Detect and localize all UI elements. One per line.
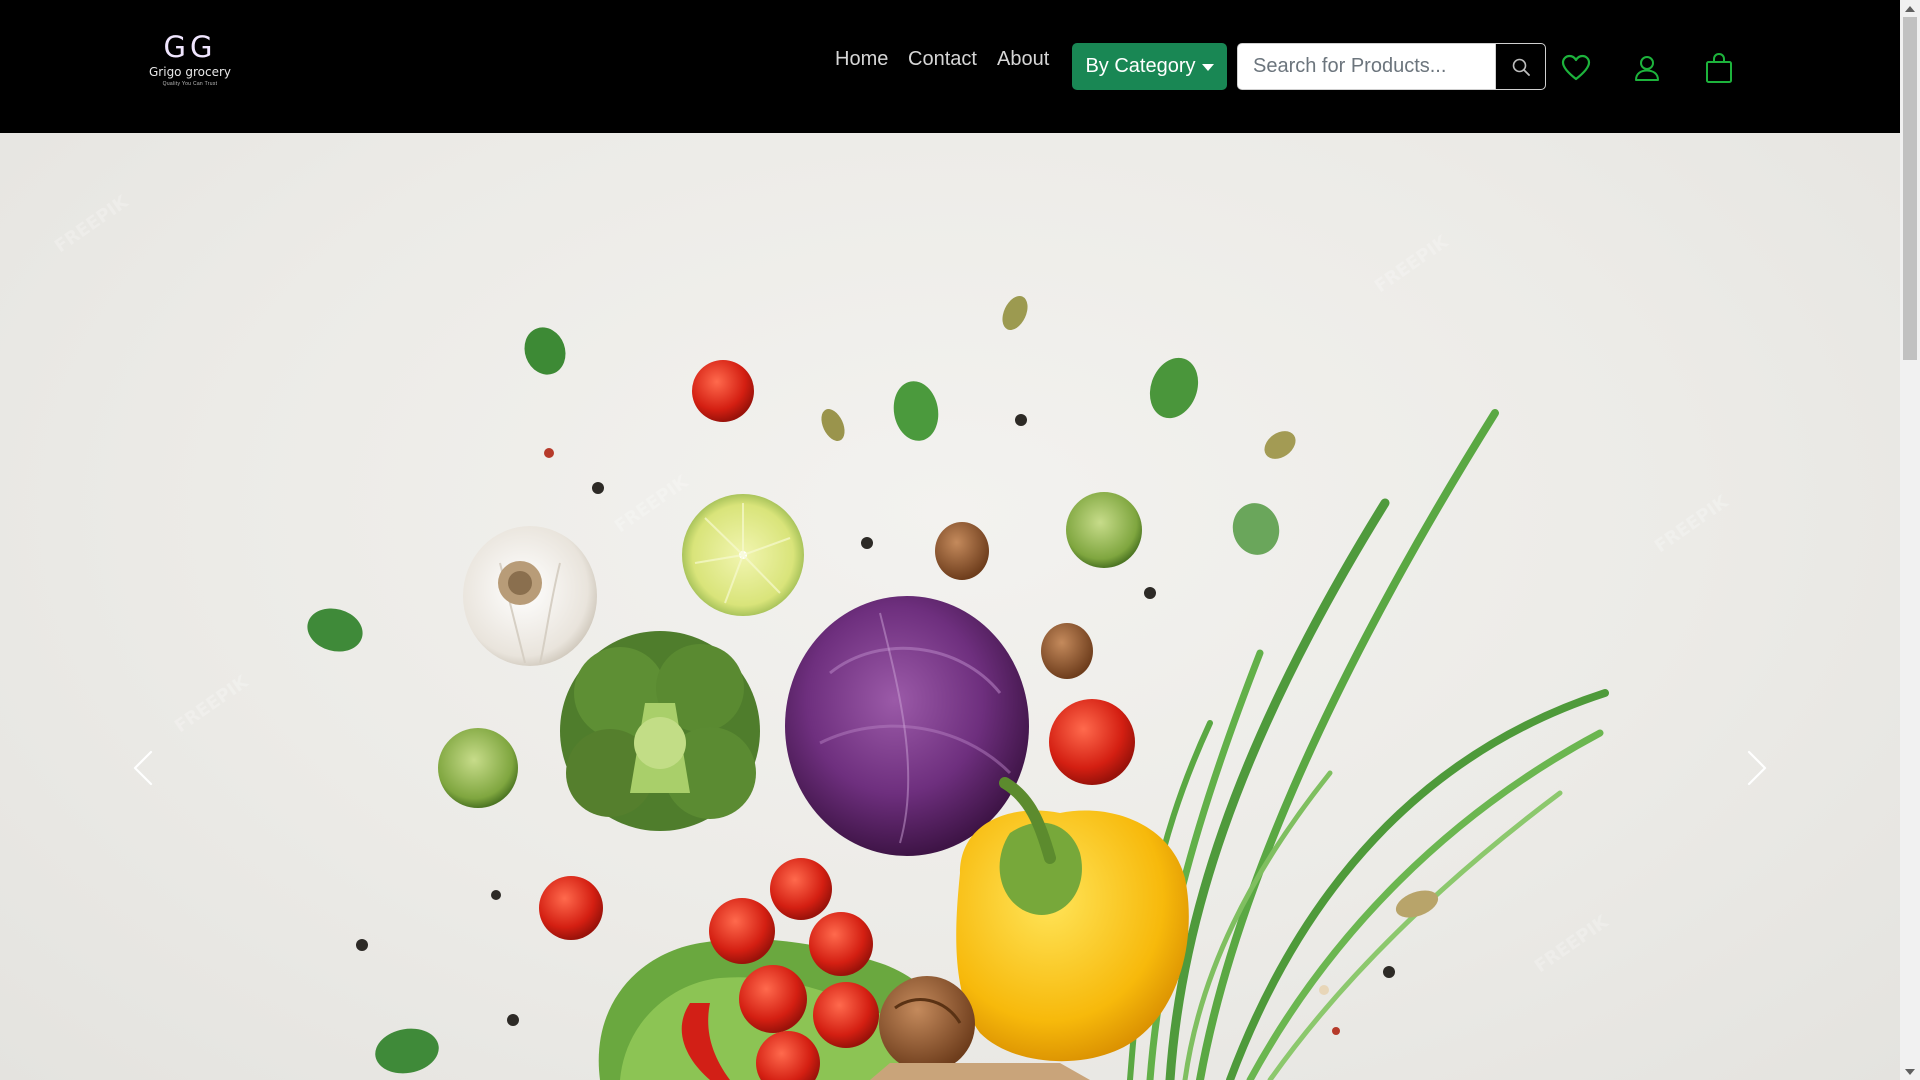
- caret-down-icon: [1201, 64, 1214, 71]
- scroll-up-button[interactable]: [1900, 0, 1920, 17]
- brand-logo[interactable]: GG Grigo grocery Quality You Can Trust: [138, 30, 242, 100]
- svg-text:FREEPIK: FREEPIK: [171, 671, 253, 737]
- search-button[interactable]: [1495, 43, 1546, 90]
- account-button[interactable]: [1627, 48, 1667, 88]
- nav-link-about[interactable]: About: [997, 44, 1049, 74]
- svg-text:FREEPIK: FREEPIK: [611, 471, 693, 537]
- search-input[interactable]: [1237, 43, 1495, 90]
- page-scrollbar[interactable]: [1900, 0, 1920, 1080]
- scroll-thumb[interactable]: [1903, 17, 1917, 360]
- svg-text:FREEPIK: FREEPIK: [1531, 911, 1613, 977]
- category-dropdown-button[interactable]: By Category: [1072, 43, 1227, 90]
- carousel-next-button[interactable]: [1732, 738, 1782, 798]
- svg-text:FREEPIK: FREEPIK: [1651, 491, 1733, 557]
- arrow-down-icon: [1905, 1068, 1915, 1075]
- shopping-bag-icon: [1706, 52, 1732, 83]
- category-dropdown-label: By Category: [1085, 55, 1196, 77]
- brand-name: Grigo grocery: [149, 65, 231, 79]
- chevron-right-icon: [1747, 750, 1767, 786]
- svg-text:FREEPIK: FREEPIK: [51, 191, 133, 257]
- scroll-down-button[interactable]: [1900, 1063, 1920, 1080]
- cart-button[interactable]: [1699, 48, 1739, 88]
- hero-carousel: FREEPIK FREEPIK FREEPIK FREEPIK FREEPIK …: [0, 133, 1900, 1080]
- user-icon: [1635, 56, 1659, 81]
- wishlist-button[interactable]: [1556, 48, 1596, 88]
- hero-vegetables-image: FREEPIK FREEPIK FREEPIK FREEPIK FREEPIK …: [51, 191, 1733, 1080]
- chevron-left-icon: [133, 750, 153, 786]
- nav-link-contact[interactable]: Contact: [908, 44, 977, 74]
- nav-link-home[interactable]: Home: [835, 44, 888, 74]
- search-icon: [1512, 58, 1530, 76]
- heart-icon: [1561, 54, 1591, 81]
- carousel-prev-button[interactable]: [118, 738, 168, 798]
- brand-mark: GG: [163, 30, 217, 64]
- brand-tagline: Quality You Can Trust: [162, 81, 218, 87]
- navbar: GG Grigo grocery Quality You Can Trust H…: [0, 0, 1900, 133]
- svg-text:FREEPIK: FREEPIK: [1371, 231, 1453, 297]
- search-form: [1237, 43, 1546, 90]
- arrow-up-icon: [1905, 5, 1915, 12]
